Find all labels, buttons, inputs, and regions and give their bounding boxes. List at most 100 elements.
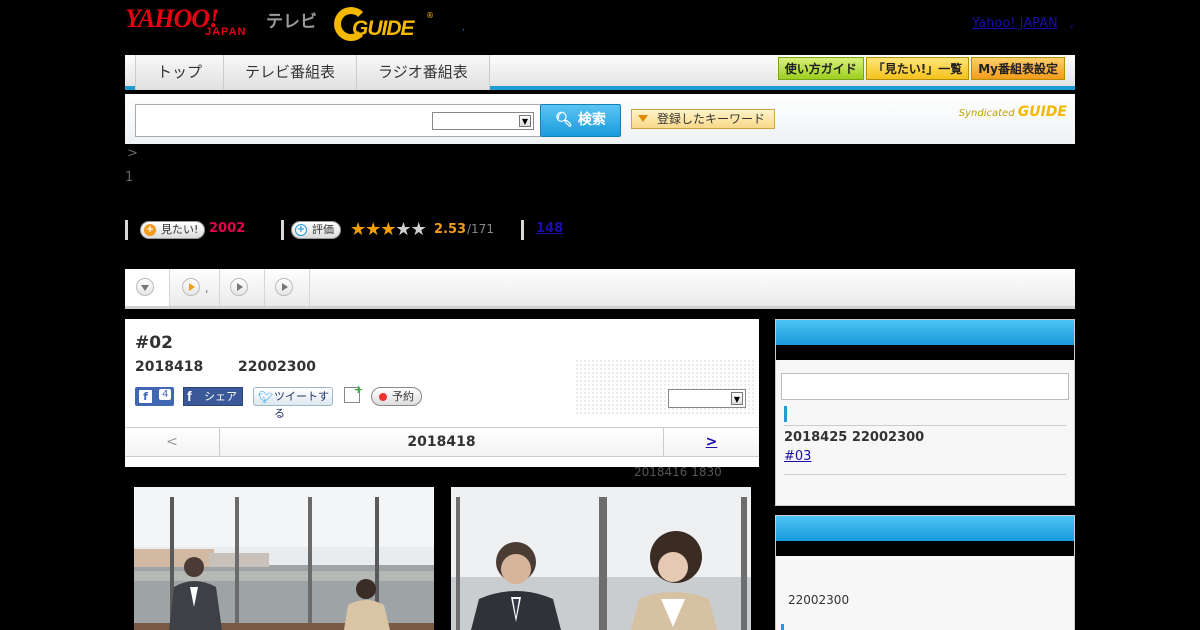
episode-photo[interactable]: [134, 487, 434, 630]
nav-buttons: 使い方ガイド 「見たい!」一覧 My番組表設定: [776, 57, 1065, 80]
search-bar: ▼ 🔍︎ 検索 登録したキーワード Syndicated GUIDE: [125, 94, 1075, 144]
episode-time: 22002300: [238, 359, 316, 375]
chevron-down-icon: ▼: [731, 392, 743, 405]
star-icon: ★: [365, 219, 381, 240]
current-episode-date: 2018418: [407, 434, 476, 450]
record-dot-icon: [379, 393, 387, 401]
search-button[interactable]: 🔍︎ 検索: [540, 104, 621, 137]
broadcast-time: 22002300: [788, 593, 850, 607]
rate-button[interactable]: + 評価: [291, 221, 341, 239]
facebook-share-label: シェア: [204, 390, 237, 403]
star-empty-icon: ★: [410, 219, 427, 240]
facebook-icon: f: [139, 390, 152, 403]
registered-keywords-button[interactable]: 登録したキーワード: [631, 109, 775, 129]
want-count: 2002: [209, 221, 246, 236]
want-button[interactable]: + 見たい!: [140, 221, 206, 239]
circle-play-icon: [230, 278, 248, 296]
section-marker: [781, 624, 784, 630]
next-broadcast-box: 2018425 22002300 #03: [775, 319, 1075, 506]
broadcast-info-box: 22002300: [775, 515, 1075, 630]
facebook-like-button[interactable]: f 4: [135, 387, 174, 406]
twitter-bird-icon: 🐦︎: [258, 390, 274, 404]
tab-episodes[interactable]: [170, 269, 220, 306]
sidebar-header: [776, 516, 1074, 541]
nav-tabs: トップ テレビ番組表 ラジオ番組表: [135, 55, 490, 90]
japan-logo-text: JAPAN: [205, 26, 247, 38]
next-episode-link[interactable]: >: [663, 428, 759, 456]
gguide-logo-text: GUIDE: [352, 17, 415, 40]
episode-select[interactable]: ▼: [668, 389, 746, 408]
header-dot: ,: [462, 22, 466, 33]
sidebar-subheader: [776, 541, 1074, 556]
circle-play-icon: [182, 278, 200, 296]
program-stats: + 見たい! 2002 + 評価 ★★★★★ 2.53 /171 148: [125, 220, 625, 240]
circle-down-icon: [136, 278, 154, 296]
facebook-share-button[interactable]: f シェア: [183, 387, 243, 406]
search-category-select[interactable]: ▼: [432, 112, 534, 130]
divider: [784, 425, 1066, 426]
search-button-label: 検索: [577, 112, 606, 128]
add-calendar-icon[interactable]: +: [344, 383, 363, 403]
small-number: 1: [125, 170, 134, 185]
plus-icon: +: [144, 224, 156, 236]
chevron-down-icon: ▼: [519, 115, 531, 127]
scene-two-people-talking: [451, 487, 751, 630]
plus-icon: +: [295, 224, 307, 236]
header-link-dot: ,: [1070, 16, 1074, 30]
episode-date-nav: < 2018418 >: [125, 427, 759, 457]
yahoo-japan-link[interactable]: Yahoo! JAPAN: [972, 16, 1058, 31]
divider: [784, 474, 1066, 475]
separator: [521, 220, 524, 240]
breadcrumb[interactable]: >: [127, 146, 138, 161]
rating-count: /171: [467, 222, 494, 236]
episode-title: #02: [135, 333, 173, 353]
sidebar-subheader: [776, 345, 1074, 360]
updated-timestamp: 2018416 1830: [634, 465, 722, 479]
usage-guide-button[interactable]: 使い方ガイド: [777, 57, 864, 80]
tab-dot: ,: [205, 282, 209, 295]
separator: [125, 220, 128, 240]
tab-related[interactable]: [265, 269, 310, 306]
rating-score: 2.53: [434, 222, 467, 237]
tweet-label: ツイートする: [274, 390, 329, 420]
section-marker: [784, 406, 787, 422]
episode-panel: #02 2018418 22002300 f 4 f シェア 🐦︎ ツイートする…: [125, 319, 759, 467]
tab-reviews[interactable]: [220, 269, 265, 306]
episode-photo[interactable]: [451, 487, 751, 630]
review-count-link[interactable]: 148: [536, 221, 563, 236]
gguide-logo[interactable]: GUIDE ®: [334, 7, 434, 41]
rating-stars: ★★★★★: [350, 219, 427, 240]
reserve-recording-button[interactable]: 予約: [371, 387, 422, 406]
registered-mark: ®: [426, 11, 434, 20]
sidebar-input[interactable]: [781, 373, 1069, 400]
nav-tab-tv-schedule[interactable]: テレビ番組表: [224, 55, 358, 90]
search-icon: 🔍︎: [555, 112, 578, 128]
next-episode-number-link[interactable]: #03: [784, 449, 811, 464]
tweet-button[interactable]: 🐦︎ ツイートする: [253, 387, 333, 420]
circle-play-icon: [275, 278, 293, 296]
facebook-icon: f: [187, 388, 192, 404]
syndicated-text: Syndicated: [958, 108, 1015, 119]
star-empty-icon: ★: [395, 219, 411, 240]
next-broadcast-datetime: 2018425 22002300: [784, 430, 925, 445]
global-nav: トップ テレビ番組表 ラジオ番組表 使い方ガイド 「見たい!」一覧 My番組表設…: [125, 55, 1075, 90]
star-icon: ★: [350, 219, 366, 240]
previous-episode-link[interactable]: <: [125, 428, 220, 456]
nav-tab-radio-schedule[interactable]: ラジオ番組表: [357, 55, 490, 90]
reserve-label: 予約: [392, 390, 414, 403]
star-half-icon: ★: [380, 219, 396, 240]
want-list-button[interactable]: 「見たい!」一覧: [865, 57, 970, 80]
rate-button-label: 評価: [312, 223, 334, 236]
tab-program-info[interactable]: [125, 269, 170, 306]
my-schedule-settings-button[interactable]: My番組表設定: [971, 57, 1065, 80]
syndicated-gguide-logo: Syndicated GUIDE: [959, 104, 1067, 120]
scene-two-people-bench: [134, 487, 434, 630]
sidebar-header: [776, 320, 1074, 345]
nav-tab-top[interactable]: トップ: [136, 55, 225, 90]
episode-date: 2018418: [135, 359, 204, 375]
separator: [281, 220, 284, 240]
triangle-down-icon: [638, 115, 648, 122]
syndicated-logo-text: GUIDE: [1017, 104, 1067, 120]
tv-logo-text[interactable]: テレビ: [266, 7, 317, 32]
facebook-like-count: 4: [159, 389, 172, 400]
